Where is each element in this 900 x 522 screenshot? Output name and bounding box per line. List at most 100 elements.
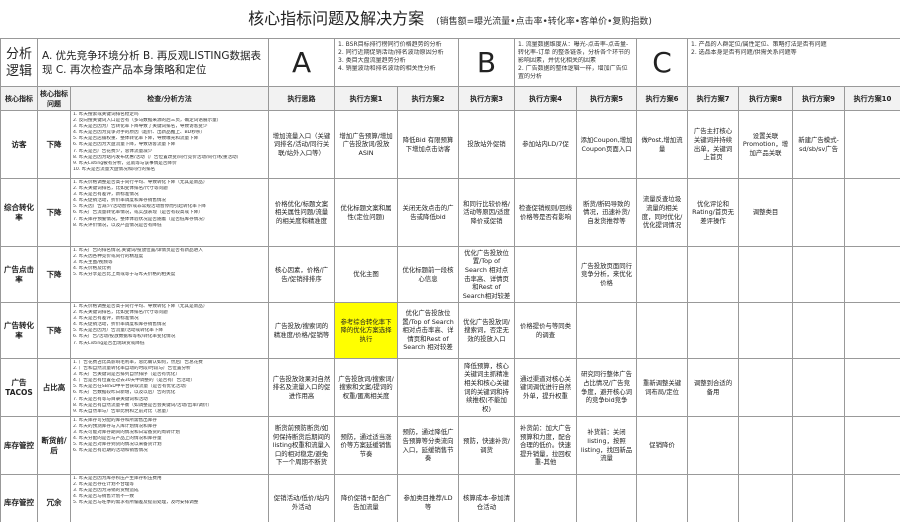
option-a-note: 4. 销量波动和排名波动的相关性分析 [338, 65, 436, 72]
plan-cell: 研究同行整体广告占比情况/广告竞争度，避开核心词的竞争bid竞争 [576, 358, 638, 417]
plan-cell [514, 474, 578, 522]
col-header: 核心指标 [0, 86, 38, 111]
col-header: 执行方案10 [844, 86, 900, 111]
plan-cell: 预防，通过适当涨价等方案延缓销售节奏 [334, 416, 399, 475]
plan-cell: 优化主图 [334, 246, 399, 303]
option-c-notes: 1. 产品的人群定位/属性定位、策略打法是否有问题 2. 选品本身是否有问题/供… [687, 38, 900, 87]
method-list: 1. 昨天库存可分配的库存和所需售出库存 2. 昨天的预测库存与入库计划情况和库… [69, 416, 270, 475]
plan-cell: 优化广告投放位置/Top of Search 相对点击率高、详情页和Rest o… [458, 246, 516, 303]
execution-idea: 广告投放/搜索词的精准度/价格/促销等 [268, 302, 336, 359]
option-b-note: 1. 流量数据维度从：曝光-点击率-点击量- [518, 41, 629, 48]
method-line: 10. 昨天是否流量大盘情况和同行的排名 [73, 166, 156, 172]
option-c-letter: C [636, 38, 689, 87]
plan-cell [738, 358, 794, 417]
option-b-note: 影响因素，并优化相关的因素 [518, 57, 597, 64]
plan-cell: 重新调整关键词布局/定位 [636, 358, 689, 417]
plan-cell [844, 358, 900, 417]
plan-cell: 优化广告投放位置/Top of Search 相对点击率高、详情页和Rest o… [397, 302, 460, 359]
method-line: 6. 昨天是否有近期的活动和销售情况 [73, 448, 148, 454]
metric-issue: 占比高 [37, 358, 71, 417]
col-header: 执行方案9 [792, 86, 846, 111]
execution-idea: 促销活动/低价/站内外活动 [268, 474, 336, 522]
plan-cell [738, 246, 794, 303]
plan-cell: 降低预算，核心关键词主抓精准相关和核心关键词的关键词和持续推权(不能加权) [458, 358, 516, 417]
plan-cell: 通过渠道对核心关键词调优进行自然外单，提升权重 [514, 358, 578, 417]
plan-cell: 降低Bid 有限预算下增加点击访客 [397, 110, 460, 179]
col-header: 执行方案3 [458, 86, 516, 111]
plan-cell: 补货前：关闭listing，按照listing，找回新品流量 [576, 416, 638, 475]
col-header: 核心指标问题 [37, 86, 71, 111]
option-a-letter: A [268, 38, 336, 87]
plan-cell [636, 302, 689, 359]
plan-cell: 和同行比较价格/活动等原因/适度降价或促销 [458, 178, 516, 247]
page-subtitle: (销售额=曝光流量•点击率•转化率•客单价•复购指数) [436, 17, 652, 27]
execution-idea: 断货前预防断货/如何保持断货后期间的listing权重和流量入口的相对稳定/避免… [268, 416, 336, 475]
analysis-logic-text: A. 优先竞争环境分析 B. 再反观LISTING数据表现 C. 再次检查产品本… [36, 38, 270, 87]
plan-cell [687, 474, 740, 522]
option-c-note: 1. 产品的人群定位/属性定位、策略打法是否有问题 [691, 41, 827, 48]
option-a-note: 2. 同行近期促销活动/排名波动原因分析 [338, 49, 444, 56]
plan-cell: 补货前：加大广告预算和力度，配合合理的低价。快速提升销量，拉回权重-其他 [514, 416, 578, 475]
metric-issue: 冗余 [37, 474, 71, 522]
plan-cell: 优化评论和Rating/首页无差评操作 [687, 178, 740, 247]
page-title: 核心指标问题及解决方案 [248, 9, 425, 28]
plan-cell: 增加广告预算/增加广告投放词/投放ASIN [334, 110, 399, 179]
plan-cell [844, 178, 900, 247]
plan-cell [636, 474, 689, 522]
col-header: 执行方案6 [636, 86, 689, 111]
plan-cell: 核算成本-参加清仓活动 [458, 474, 516, 522]
col-header: 执行思路 [268, 86, 336, 111]
execution-idea: 广告投放效果对自然排名及流量入口的促进作用高 [268, 358, 336, 417]
plan-cell: 新建广告模式-sd/sb/sv广告 [792, 110, 846, 179]
col-header: 执行方案1 [334, 86, 399, 111]
col-header: 执行方案5 [576, 86, 638, 111]
execution-idea: 核心因素，价格/广告/促销排排序 [268, 246, 336, 303]
method-list: 1. 昨天价格调整是否高于同行平均、导致转化下降（尤其是新品） 2. 昨天关键词… [69, 178, 270, 247]
plan-cell [576, 302, 638, 359]
plan-cell-highlighted: 参考综合转化率下降的优化方案选择执行 [334, 302, 399, 359]
option-c-note: 2. 选品本身是否有问题/供需关系问题等 [691, 49, 797, 56]
plan-cell: 投放站外促销 [458, 110, 516, 179]
method-list: 1. 昨天广告的排名情况,关键词/投放位置/详情页是否有新品进入 2. 昨天因各… [69, 246, 270, 303]
col-header: 执行方案7 [687, 86, 740, 111]
plan-cell: 调整到合适的备用 [687, 358, 740, 417]
table-row: 库存管控 断货前/后 1. 昨天库存可分配的库存和所需售出库存 2. 昨天的预测… [0, 416, 900, 475]
metric-name: 综合转化率 [0, 178, 38, 247]
metric-issue: 下降 [37, 246, 71, 303]
plan-cell: 检查促销规则/回线价格等是否有影响 [514, 178, 578, 247]
metric-issue: 断货前/后 [37, 416, 71, 475]
plan-cell: 广告投放页面同行竞争分析，来优化价格 [576, 246, 638, 303]
option-b-note: 转化率-订单 的整条链条，分析各个环节的 [518, 49, 631, 56]
metric-issue: 下降 [37, 178, 71, 247]
option-b-notes: 1. 流量数据维度从：曝光-点击率-点击量- 转化率-订单 的整条链条，分析各个… [514, 38, 638, 87]
plan-cell [738, 416, 794, 475]
analysis-logic-label: 分析逻辑 [0, 38, 38, 87]
method-line: 9. 昨天自然单与广告单比例和之前对比（总量） [73, 408, 171, 414]
plan-cell: 流量反查垃圾流量的相关度，同时优化/优化提词情况 [636, 178, 689, 247]
table-row: 库存管控 冗余 1. 昨天是否因为库存积压产生库存积压费用 2. 昨天是否存在计… [0, 474, 900, 522]
plan-cell [738, 302, 794, 359]
metric-name: 广告TACOS [0, 358, 38, 417]
plan-cell [687, 416, 740, 475]
method-line: 5. 昨天分享是否比上周或等于与昨天价格的相关度 [73, 272, 176, 278]
plan-cell [687, 302, 740, 359]
plan-cell: 设置关联Promotion，增加产品关联 [738, 110, 794, 179]
plan-cell: 参加站内LD/7促 [514, 110, 578, 179]
plan-cell [844, 302, 900, 359]
col-header: 执行方案2 [397, 86, 460, 111]
table-row: 广告点击率 下降 1. 昨天广告的排名情况,关键词/投放位置/详情页是否有新品进… [0, 246, 900, 303]
plan-cell [792, 302, 846, 359]
plan-cell [792, 416, 846, 475]
method-line: 5. 昨天是否与旺季的需求有所偏差及提前处理，及时安排调整 [73, 500, 199, 506]
page: 核心指标问题及解决方案 (销售额=曝光流量•点击率•转化率•客单价•复购指数) 分… [0, 0, 900, 522]
execution-idea: 增加流量入口（关键词排名/活动/同行关联/站外入口等） [268, 110, 336, 179]
plan-cell [687, 246, 740, 303]
plan-cell: 调整类目 [738, 178, 794, 247]
table-row: 综合转化率 下降 1. 昨天价格调整是否高于同行平均、导致转化下降（尤其是新品）… [0, 178, 900, 247]
plan-cell: 降价促销+配合广告加流量 [334, 474, 399, 522]
execution-idea: 价格优化/标题文案相关属性问题/流量的相关度和精准度 [268, 178, 336, 247]
option-a-notes: 1. BSR目标排行榜同行价格趋势的分析 2. 同行近期促销活动/排名波动原因分… [334, 38, 460, 87]
plan-cell: 断货/断码导致的情况，迅速补货/自发货推荐等 [576, 178, 638, 247]
page-header: 核心指标问题及解决方案 (销售额=曝光流量•点击率•转化率•客单价•复购指数) [0, 0, 900, 38]
plan-cell [514, 246, 578, 303]
